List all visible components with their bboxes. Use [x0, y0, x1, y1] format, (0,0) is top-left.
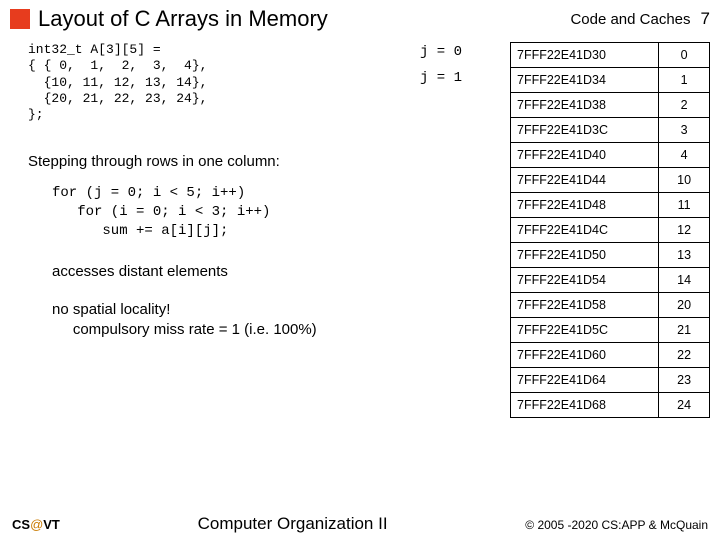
footer-vt: VT [43, 517, 60, 532]
value-cell: 13 [659, 243, 710, 268]
value-cell: 14 [659, 268, 710, 293]
table-row: 7FFF22E41D300 [511, 43, 710, 68]
table-row: 7FFF22E41D404 [511, 143, 710, 168]
value-cell: 1 [659, 68, 710, 93]
array-declaration-code: int32_t A[3][5] = { { 0, 1, 2, 3, 4}, {1… [28, 42, 420, 123]
page-number: 7 [701, 9, 710, 29]
page-title: Layout of C Arrays in Memory [38, 6, 570, 32]
address-cell: 7FFF22E41D30 [511, 43, 659, 68]
address-cell: 7FFF22E41D48 [511, 193, 659, 218]
address-cell: 7FFF22E41D44 [511, 168, 659, 193]
value-cell: 2 [659, 93, 710, 118]
address-cell: 7FFF22E41D5C [511, 318, 659, 343]
value-cell: 20 [659, 293, 710, 318]
loop-code: for (j = 0; i < 5; i++) for (i = 0; i < … [52, 184, 420, 241]
footer-center: Computer Organization II [198, 514, 388, 534]
accent-square [10, 9, 30, 29]
address-cell: 7FFF22E41D3C [511, 118, 659, 143]
table-row: 7FFF22E41D6423 [511, 368, 710, 393]
locality-line2: compulsory miss rate = 1 (i.e. 100%) [73, 321, 317, 338]
footer-left: CS@VT [12, 517, 60, 532]
address-cell: 7FFF22E41D38 [511, 93, 659, 118]
footer-right: © 2005 -2020 CS:APP & McQuain [525, 518, 708, 532]
table-row: 7FFF22E41D4811 [511, 193, 710, 218]
address-cell: 7FFF22E41D40 [511, 143, 659, 168]
table-row: 7FFF22E41D382 [511, 93, 710, 118]
value-cell: 11 [659, 193, 710, 218]
table-row: 7FFF22E41D5C21 [511, 318, 710, 343]
table-row: 7FFF22E41D4410 [511, 168, 710, 193]
section-label: Code and Caches [570, 11, 690, 28]
table-row: 7FFF22E41D4C12 [511, 218, 710, 243]
address-cell: 7FFF22E41D34 [511, 68, 659, 93]
value-cell: 10 [659, 168, 710, 193]
value-cell: 23 [659, 368, 710, 393]
j-equals-0: j = 0 [420, 44, 510, 60]
table-row: 7FFF22E41D341 [511, 68, 710, 93]
address-cell: 7FFF22E41D50 [511, 243, 659, 268]
table-row: 7FFF22E41D5013 [511, 243, 710, 268]
locality-line1: no spatial locality! [52, 301, 170, 318]
address-cell: 7FFF22E41D54 [511, 268, 659, 293]
value-cell: 24 [659, 393, 710, 418]
footer-at: @ [30, 517, 43, 532]
locality-note: no spatial locality! compulsory miss rat… [52, 300, 420, 341]
value-cell: 22 [659, 343, 710, 368]
stepping-text: Stepping through rows in one column: [28, 153, 420, 170]
address-cell: 7FFF22E41D60 [511, 343, 659, 368]
access-note: accesses distant elements [52, 263, 420, 280]
address-cell: 7FFF22E41D64 [511, 368, 659, 393]
table-row: 7FFF22E41D3C3 [511, 118, 710, 143]
address-cell: 7FFF22E41D4C [511, 218, 659, 243]
table-row: 7FFF22E41D6022 [511, 343, 710, 368]
table-row: 7FFF22E41D5820 [511, 293, 710, 318]
table-row: 7FFF22E41D6824 [511, 393, 710, 418]
address-cell: 7FFF22E41D68 [511, 393, 659, 418]
value-cell: 21 [659, 318, 710, 343]
footer-cs: CS [12, 517, 30, 532]
j-equals-1: j = 1 [420, 70, 510, 86]
memory-table: 7FFF22E41D3007FFF22E41D3417FFF22E41D3827… [510, 42, 710, 418]
value-cell: 3 [659, 118, 710, 143]
table-row: 7FFF22E41D5414 [511, 268, 710, 293]
address-cell: 7FFF22E41D58 [511, 293, 659, 318]
value-cell: 12 [659, 218, 710, 243]
value-cell: 4 [659, 143, 710, 168]
value-cell: 0 [659, 43, 710, 68]
